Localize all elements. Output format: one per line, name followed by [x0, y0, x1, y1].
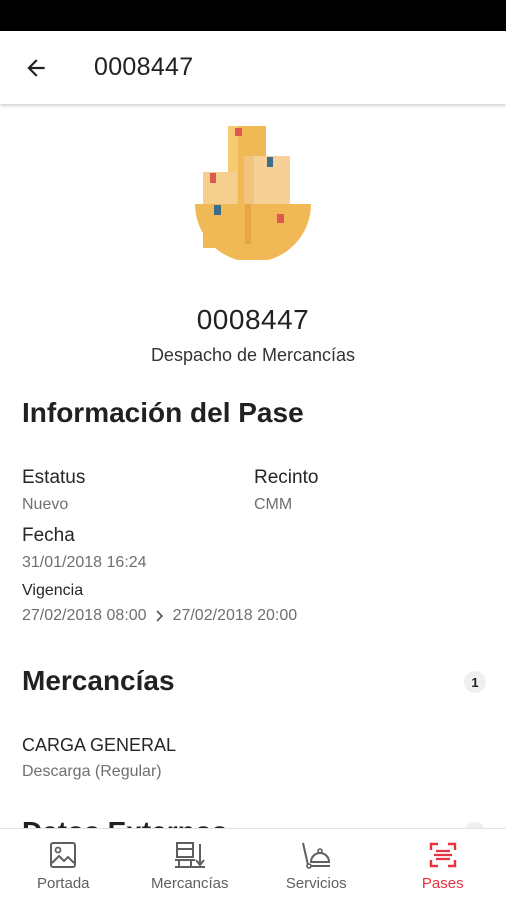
back-button[interactable]: [0, 31, 72, 104]
pass-type: Despacho de Mercancías: [150, 345, 356, 365]
nav-label-servicios: Servicios: [285, 875, 347, 892]
scan-icon: [428, 839, 458, 871]
cargo-icon: [174, 839, 206, 871]
nav-item-servicios[interactable]: Servicios: [253, 829, 380, 900]
app-bar: 0008447: [0, 31, 506, 104]
nav-item-portada[interactable]: Portada: [0, 829, 127, 900]
site-label: Recinto: [254, 467, 319, 488]
merchandise-section-title: Mercancías: [22, 665, 175, 696]
image-icon: [48, 839, 78, 871]
arrow-back-icon: [27, 58, 45, 77]
nav-item-pases[interactable]: Pases: [380, 829, 506, 900]
nav-item-mercancias[interactable]: Mercancías: [127, 829, 254, 900]
status-label: Estatus: [22, 467, 86, 488]
info-section-title: Información del Pase: [22, 397, 304, 428]
nav-label-mercancias: Mercancías: [150, 875, 229, 892]
pass-detail-content[interactable]: 0008447 Despacho de Mercancías Informaci…: [0, 104, 506, 828]
merchandise-item-title[interactable]: CARGA GENERAL: [22, 735, 176, 756]
cargo-boxes-icon: [195, 126, 311, 260]
external-section-title: Datos Externos: [22, 816, 227, 828]
date-value: 31/01/2018 16:24: [22, 554, 147, 571]
validity-end: 27/02/2018 20:00: [172, 607, 298, 624]
chevron-right-icon: [147, 609, 173, 623]
site-value: CMM: [254, 496, 293, 513]
status-bar: [0, 0, 506, 31]
pass-number: 0008447: [196, 304, 310, 335]
status-value: Nuevo: [22, 496, 69, 513]
service-bell-icon: [300, 839, 332, 871]
nav-label-portada: Portada: [36, 875, 90, 892]
bottom-navigation: Portada Mercancías Servicios Pases: [0, 828, 506, 900]
cargo-illustration: [0, 120, 506, 260]
validity-range: 27/02/2018 08:00 27/02/2018 20:00: [22, 607, 297, 625]
merchandise-count-badge: 1: [464, 671, 486, 693]
validity-label: Vigencia: [22, 582, 84, 599]
validity-start: 27/02/2018 08:00: [22, 607, 147, 624]
nav-label-pases: Pases: [421, 875, 464, 892]
merchandise-item-subtitle: Descarga (Regular): [22, 763, 162, 780]
date-label: Fecha: [22, 525, 75, 546]
app-bar-title: 0008447: [94, 53, 194, 81]
